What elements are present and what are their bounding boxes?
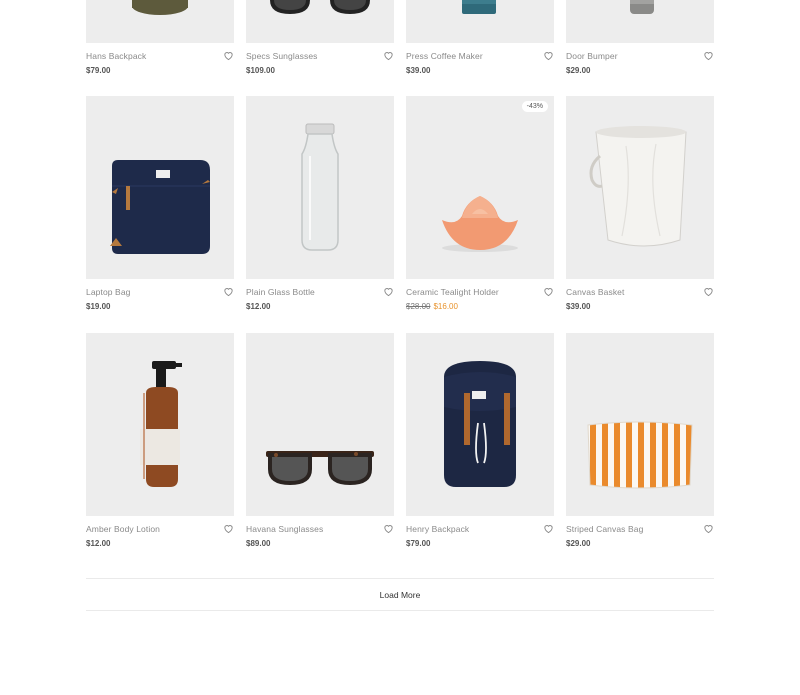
product-image[interactable]	[566, 96, 714, 279]
canvas-basket-icon	[589, 126, 687, 247]
product-price: $109.00	[246, 66, 275, 75]
product-image[interactable]	[566, 333, 714, 516]
heart-icon[interactable]	[223, 50, 234, 61]
glass-bottle-icon	[301, 123, 339, 251]
product-price: $39.00	[566, 302, 591, 311]
product-name[interactable]: Press Coffee Maker	[406, 51, 554, 61]
product-name[interactable]: Amber Body Lotion	[86, 524, 234, 534]
product-image[interactable]	[86, 96, 234, 279]
product-price: $12.00	[86, 539, 111, 548]
product-card[interactable]: Canvas Basket $39.00	[566, 96, 714, 311]
heart-icon[interactable]	[703, 523, 714, 534]
product-card[interactable]: Amber Body Lotion $12.00	[86, 333, 234, 548]
heart-icon[interactable]	[383, 523, 394, 534]
product-card[interactable]: Specs Sunglasses $109.00	[246, 0, 394, 75]
laptop-bag-icon	[110, 160, 210, 254]
product-name[interactable]: Striped Canvas Bag	[566, 524, 714, 534]
sale-price: $16.00	[433, 302, 458, 311]
product-price: $29.00	[566, 66, 591, 75]
product-price: $79.00	[86, 66, 111, 75]
product-image[interactable]	[246, 0, 394, 43]
product-image[interactable]	[86, 333, 234, 516]
heart-icon[interactable]	[703, 50, 714, 61]
heart-icon[interactable]	[223, 286, 234, 297]
backpack-icon	[444, 361, 516, 487]
product-name[interactable]: Ceramic Tealight Holder	[406, 287, 554, 297]
product-name[interactable]: Specs Sunglasses	[246, 51, 394, 61]
load-more-bar: Load More	[86, 578, 714, 611]
heart-icon[interactable]	[383, 50, 394, 61]
tealight-holder-icon	[442, 196, 518, 252]
product-image[interactable]	[406, 0, 554, 43]
product-name[interactable]: Laptop Bag	[86, 287, 234, 297]
product-card[interactable]: Striped Canvas Bag $29.00	[566, 333, 714, 548]
heart-icon[interactable]	[383, 286, 394, 297]
product-card[interactable]: Press Coffee Maker $39.00	[406, 0, 554, 75]
product-name[interactable]: Henry Backpack	[406, 524, 554, 534]
product-price: $29.00	[566, 539, 591, 548]
product-image[interactable]	[246, 96, 394, 279]
original-price: $28.00	[406, 302, 431, 311]
sunglasses-icon	[266, 451, 374, 485]
product-price: $89.00	[246, 539, 271, 548]
product-card[interactable]: Plain Glass Bottle $12.00	[246, 96, 394, 311]
product-price: $12.00	[246, 302, 271, 311]
product-price: $79.00	[406, 539, 431, 548]
product-price: $19.00	[86, 302, 111, 311]
heart-icon[interactable]	[703, 286, 714, 297]
heart-icon[interactable]	[543, 286, 554, 297]
product-name[interactable]: Plain Glass Bottle	[246, 287, 394, 297]
product-name[interactable]: Hans Backpack	[86, 51, 234, 61]
load-more-button[interactable]: Load More	[380, 590, 421, 600]
lotion-bottle-icon	[140, 361, 182, 487]
product-card[interactable]: Henry Backpack $79.00	[406, 333, 554, 548]
product-card[interactable]: Havana Sunglasses $89.00	[246, 333, 394, 548]
product-card[interactable]: Door Bumper $29.00	[566, 0, 714, 75]
product-image[interactable]	[406, 333, 554, 516]
product-image[interactable]: -43%	[406, 96, 554, 279]
pouch-icon	[587, 421, 693, 489]
product-image[interactable]	[566, 0, 714, 43]
product-name[interactable]: Canvas Basket	[566, 287, 714, 297]
product-image[interactable]	[86, 0, 234, 43]
product-name[interactable]: Door Bumper	[566, 51, 714, 61]
product-card[interactable]: Laptop Bag $19.00	[86, 96, 234, 311]
product-image[interactable]	[246, 333, 394, 516]
product-card[interactable]: -43% Ceramic Tealight Holder $28.00 $16.0…	[406, 96, 554, 311]
product-price: $28.00 $16.00	[406, 302, 554, 311]
heart-icon[interactable]	[543, 50, 554, 61]
door-bumper-icon	[630, 0, 654, 14]
heart-icon[interactable]	[543, 523, 554, 534]
product-name[interactable]: Havana Sunglasses	[246, 524, 394, 534]
backpack-icon	[132, 0, 188, 15]
coffee-maker-icon	[462, 0, 496, 14]
product-price: $39.00	[406, 66, 431, 75]
heart-icon[interactable]	[223, 523, 234, 534]
product-card[interactable]: Hans Backpack $79.00	[86, 0, 234, 75]
sunglasses-icon	[270, 0, 370, 14]
